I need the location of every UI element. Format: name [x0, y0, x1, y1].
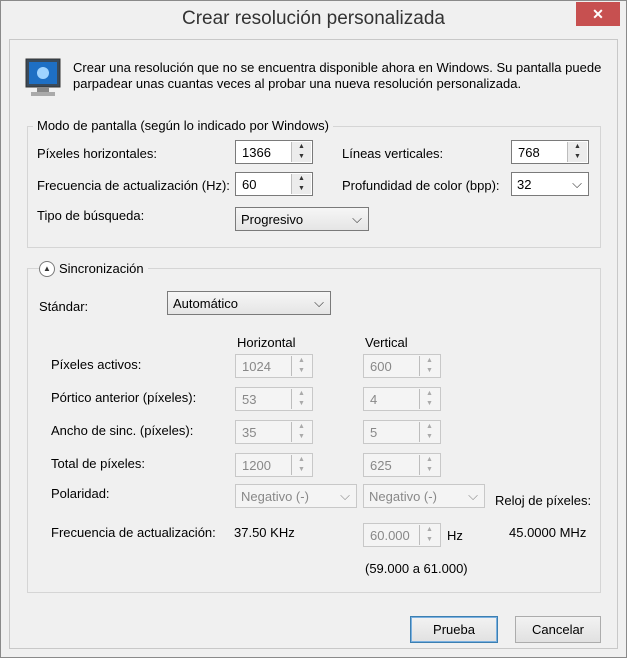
display-mode-legend: Modo de pantalla (según lo indicado por … — [33, 118, 333, 133]
h-pixels-spinner[interactable]: 1366 ▲ ▼ — [235, 140, 313, 164]
active-h-value: 1024 — [242, 359, 271, 374]
collapse-icon[interactable]: ▲ — [39, 261, 55, 277]
total-v-spinner[interactable]: 625 ▲ ▼ — [363, 453, 441, 477]
width-h-value: 35 — [242, 425, 257, 440]
porch-h-value: 53 — [242, 392, 257, 407]
down-icon[interactable]: ▼ — [292, 465, 311, 475]
refresh-spinner[interactable]: 60 ▲ ▼ — [235, 172, 313, 196]
down-icon[interactable]: ▼ — [420, 535, 439, 545]
pixel-clock-value: 45.0000 MHz — [509, 525, 587, 540]
porch-v-spinner[interactable]: 4 ▲ ▼ — [363, 387, 441, 411]
v-lines-label: Líneas verticales: — [342, 146, 444, 161]
test-button[interactable]: Prueba — [410, 616, 498, 643]
sync-width-label: Ancho de sinc. (píxeles): — [51, 423, 194, 438]
width-v-spinner[interactable]: 5 ▲ ▼ — [363, 420, 441, 444]
title-bar[interactable]: Crear resolución personalizada ✕ — [1, 1, 626, 39]
h-pixels-label: Píxeles horizontales: — [37, 146, 157, 161]
active-pixels-label: Píxeles activos: — [51, 357, 142, 372]
v-lines-value: 768 — [518, 145, 540, 160]
h-pixels-down-icon[interactable]: ▼ — [292, 152, 311, 162]
chevron-down-icon: ⌵ — [468, 488, 478, 503]
standard-select[interactable]: Automático ⌵ — [167, 291, 331, 315]
v-lines-down-icon[interactable]: ▼ — [568, 152, 587, 162]
sync-refresh-h-value: 37.50 KHz — [234, 525, 295, 540]
sync-legend[interactable]: Sincronización — [55, 261, 148, 276]
standard-value: Automático — [173, 296, 239, 311]
active-h-spinner[interactable]: 1024 ▲ ▼ — [235, 354, 313, 378]
down-icon[interactable]: ▼ — [420, 366, 439, 376]
active-v-spinner[interactable]: 600 ▲ ▼ — [363, 354, 441, 378]
standard-label: Stándar: — [39, 299, 89, 314]
color-depth-select[interactable]: 32 ⌵ — [511, 172, 589, 196]
sync-refresh-v-spinner[interactable]: 60.000 ▲ ▼ — [363, 523, 441, 547]
monitor-icon — [25, 58, 61, 96]
width-v-value: 5 — [370, 425, 378, 440]
scan-type-label: Tipo de búsqueda: — [37, 208, 145, 223]
col-horizontal-label: Horizontal — [237, 335, 296, 350]
down-icon[interactable]: ▼ — [292, 366, 311, 376]
front-porch-label: Pórtico anterior (píxeles): — [51, 390, 197, 405]
width-h-spinner[interactable]: 35 ▲ ▼ — [235, 420, 313, 444]
total-h-spinner[interactable]: 1200 ▲ ▼ — [235, 453, 313, 477]
window-title: Crear resolución personalizada — [182, 8, 445, 29]
col-vertical-label: Vertical — [365, 335, 408, 350]
hz-unit-label: Hz — [447, 528, 463, 543]
sync-refresh-label: Frecuencia de actualización: — [51, 525, 216, 540]
polarity-h-select[interactable]: Negativo (-) ⌵ — [235, 484, 357, 508]
polarity-v-value: Negativo (-) — [369, 489, 437, 504]
chevron-down-icon: ⌵ — [340, 488, 350, 503]
down-icon[interactable]: ▼ — [292, 432, 311, 442]
polarity-h-value: Negativo (-) — [241, 489, 309, 504]
down-icon[interactable]: ▼ — [420, 432, 439, 442]
refresh-down-icon[interactable]: ▼ — [292, 184, 311, 194]
refresh-label: Frecuencia de actualización (Hz): — [37, 178, 230, 193]
total-pixels-label: Total de píxeles: — [51, 456, 145, 471]
polarity-v-select[interactable]: Negativo (-) ⌵ — [363, 484, 485, 508]
active-v-value: 600 — [370, 359, 392, 374]
scan-type-value: Progresivo — [241, 212, 304, 227]
description-text: Crear una resolución que no se encuentra… — [73, 60, 602, 91]
refresh-value: 60 — [242, 177, 257, 192]
scan-type-select[interactable]: Progresivo ⌵ — [235, 207, 369, 231]
down-icon[interactable]: ▼ — [292, 399, 311, 409]
total-v-value: 625 — [370, 458, 392, 473]
color-depth-value: 32 — [517, 177, 532, 192]
down-icon[interactable]: ▼ — [420, 465, 439, 475]
color-depth-label: Profundidad de color (bpp): — [342, 178, 500, 193]
porch-v-value: 4 — [370, 392, 378, 407]
cancel-button[interactable]: Cancelar — [515, 616, 601, 643]
close-button[interactable]: ✕ — [576, 2, 620, 26]
total-h-value: 1200 — [242, 458, 271, 473]
dialog-window: Crear resolución personalizada ✕ Crear u… — [0, 0, 627, 658]
h-pixels-value: 1366 — [242, 145, 271, 160]
down-icon[interactable]: ▼ — [420, 399, 439, 409]
pixel-clock-label: Reloj de píxeles: — [495, 493, 592, 508]
chevron-down-icon: ⌵ — [572, 176, 582, 191]
sync-refresh-v-value: 60.000 — [370, 528, 410, 543]
v-lines-spinner[interactable]: 768 ▲ ▼ — [511, 140, 589, 164]
polarity-label: Polaridad: — [51, 486, 110, 501]
porch-h-spinner[interactable]: 53 ▲ ▼ — [235, 387, 313, 411]
chevron-down-icon: ⌵ — [352, 211, 362, 226]
chevron-down-icon: ⌵ — [314, 295, 324, 310]
refresh-range-text: (59.000 a 61.000) — [365, 561, 468, 576]
